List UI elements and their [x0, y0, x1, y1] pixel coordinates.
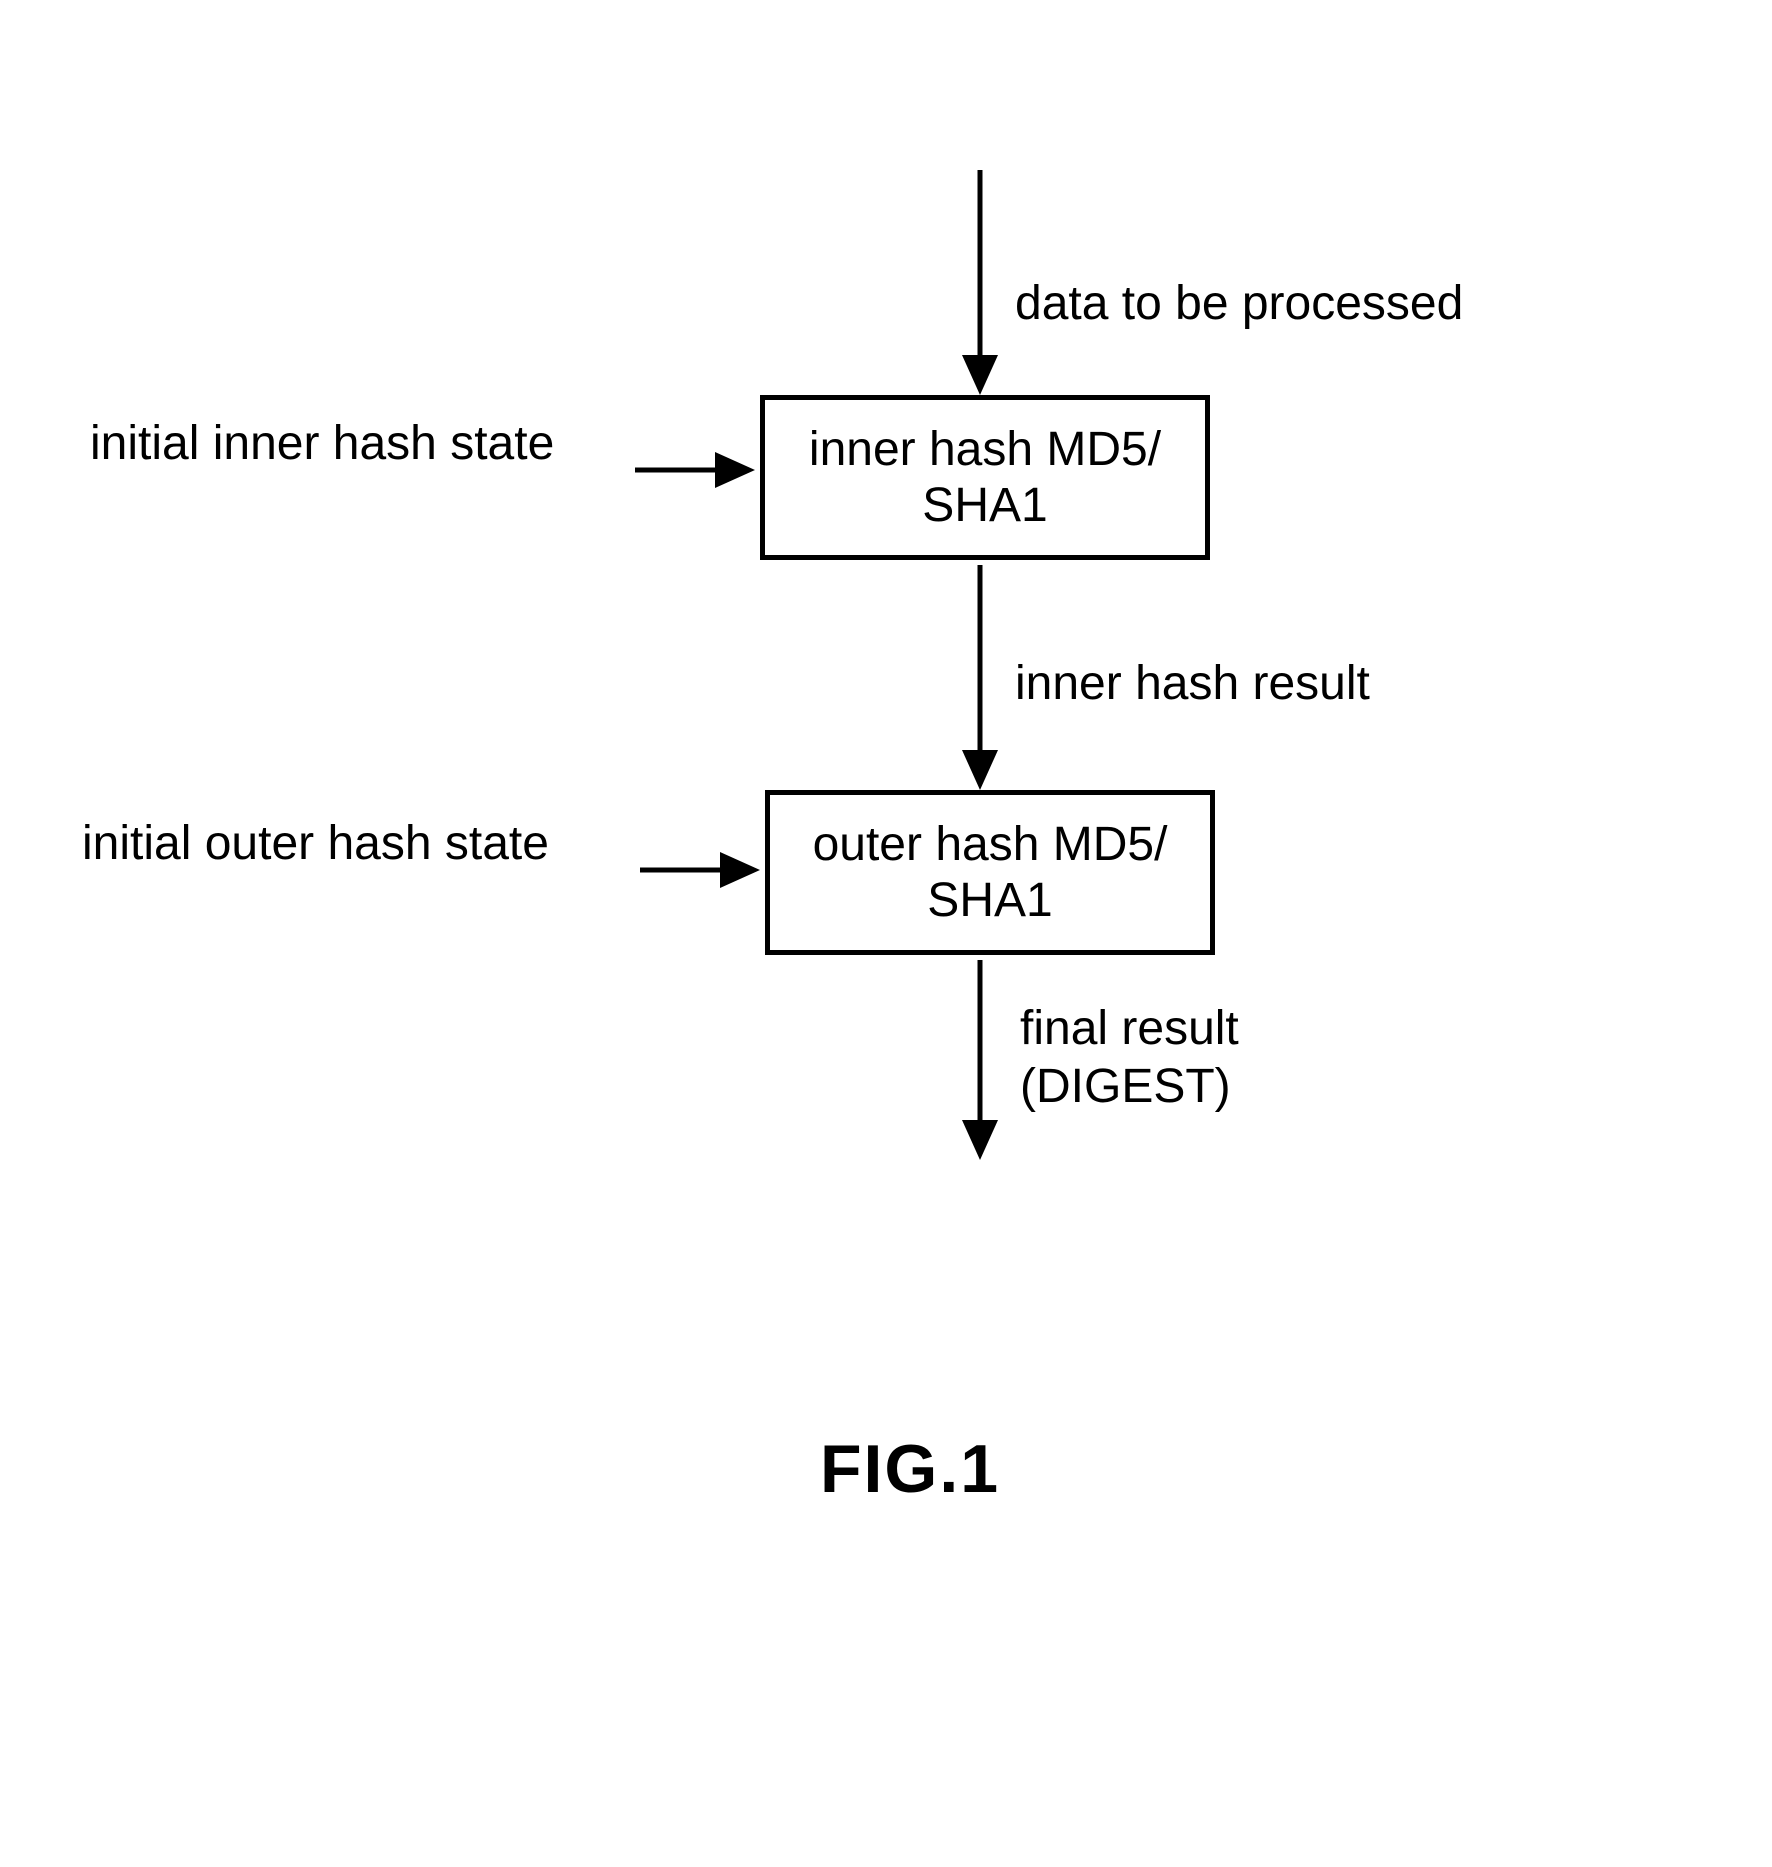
label-inner-hash-result: inner hash result: [1015, 655, 1370, 713]
label-initial-inner-hash-state: initial inner hash state: [90, 415, 554, 473]
label-initial-outer-hash-state: initial outer hash state: [82, 815, 549, 873]
label-data-to-be-processed: data to be processed: [1015, 275, 1463, 333]
label-final-result: final result (DIGEST): [1020, 1000, 1239, 1115]
box-inner-hash: inner hash MD5/ SHA1: [760, 395, 1210, 560]
box-outer-hash-text: outer hash MD5/ SHA1: [813, 817, 1168, 927]
diagram-canvas: data to be processed initial inner hash …: [0, 0, 1772, 1867]
box-inner-hash-text: inner hash MD5/ SHA1: [809, 422, 1161, 532]
box-outer-hash: outer hash MD5/ SHA1: [765, 790, 1215, 955]
figure-label: FIG.1: [820, 1430, 1000, 1508]
